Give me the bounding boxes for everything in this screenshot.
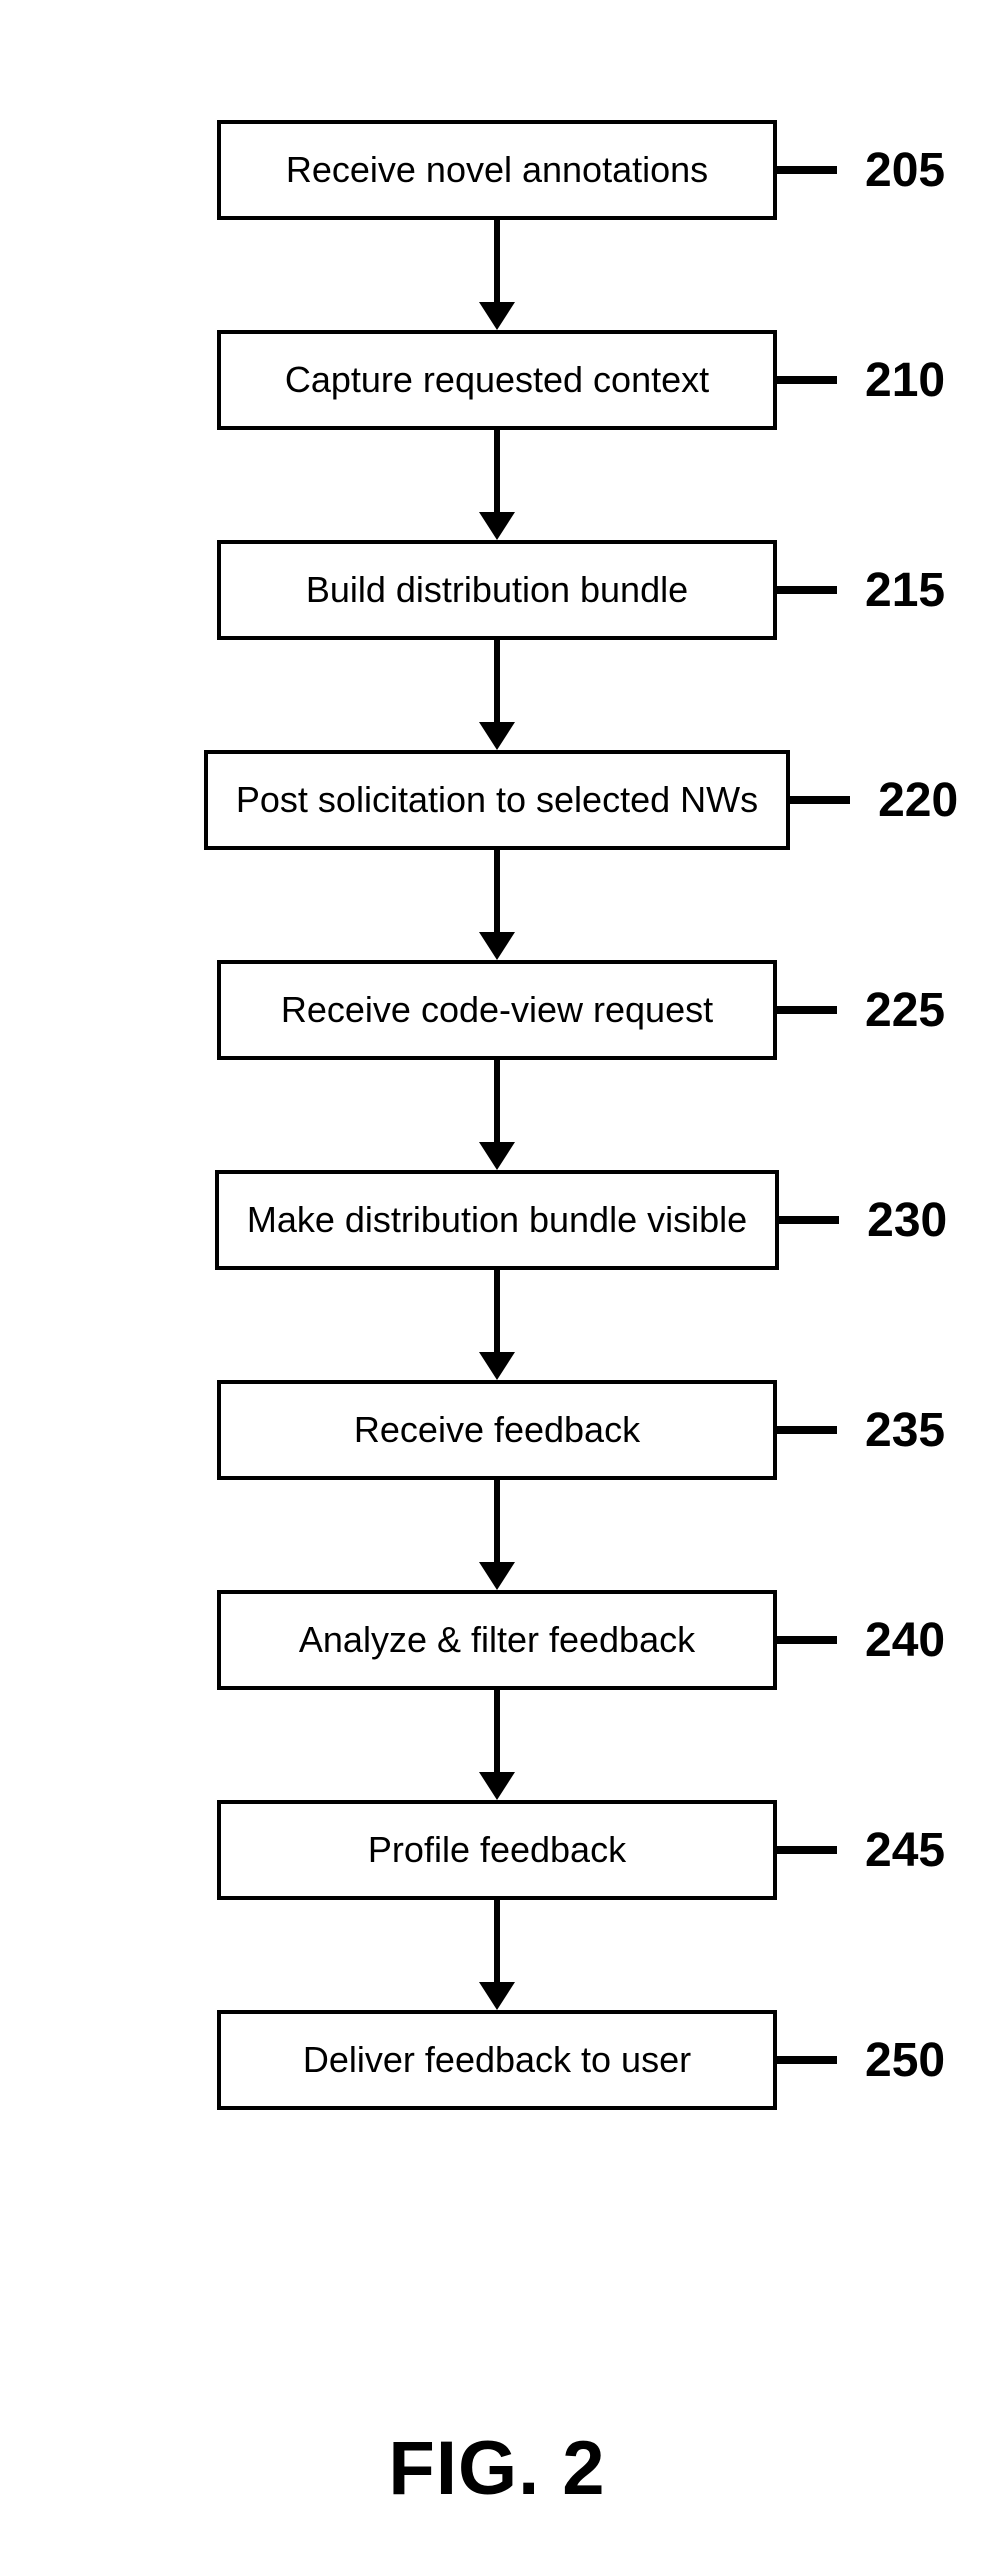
ref-label: 210 <box>865 353 975 408</box>
step-box: Profile feedback <box>217 1800 777 1900</box>
ref-group: 245 <box>777 1823 975 1878</box>
flow-step: Build distribution bundle 215 <box>0 540 994 640</box>
ref-connector <box>779 1216 839 1224</box>
ref-connector <box>777 1846 837 1854</box>
ref-label: 235 <box>865 1403 975 1458</box>
step-box: Receive code-view request <box>217 960 777 1060</box>
step-label: Capture requested context <box>285 359 709 401</box>
flowchart: Receive novel annotations 205 Capture re… <box>0 120 994 2110</box>
arrow <box>479 850 515 960</box>
arrow-line <box>494 430 500 512</box>
step-box: Receive novel annotations <box>217 120 777 220</box>
ref-label: 240 <box>865 1613 975 1668</box>
ref-group: 215 <box>777 563 975 618</box>
arrow <box>479 1900 515 2010</box>
step-label: Receive code-view request <box>281 989 713 1031</box>
page: Receive novel annotations 205 Capture re… <box>0 0 994 2572</box>
ref-connector <box>777 376 837 384</box>
ref-group: 205 <box>777 143 975 198</box>
step-label: Post solicitation to selected NWs <box>236 779 758 821</box>
ref-connector <box>777 2056 837 2064</box>
flow-step: Receive feedback 235 <box>0 1380 994 1480</box>
flow-step: Analyze & filter feedback 240 <box>0 1590 994 1690</box>
arrow-line <box>494 220 500 302</box>
step-box: Post solicitation to selected NWs <box>204 750 790 850</box>
ref-label: 220 <box>878 773 988 828</box>
arrow <box>479 1060 515 1170</box>
step-box: Deliver feedback to user <box>217 2010 777 2110</box>
flow-step: Make distribution bundle visible 230 <box>0 1170 994 1270</box>
arrow <box>479 1270 515 1380</box>
arrow-head-icon <box>479 1982 515 2010</box>
arrow-head-icon <box>479 1142 515 1170</box>
arrow <box>479 220 515 330</box>
ref-label: 245 <box>865 1823 975 1878</box>
step-label: Receive novel annotations <box>286 149 708 191</box>
ref-label: 250 <box>865 2033 975 2088</box>
flow-step: Post solicitation to selected NWs 220 <box>0 750 994 850</box>
flow-step: Receive code-view request 225 <box>0 960 994 1060</box>
arrow-head-icon <box>479 1352 515 1380</box>
arrow-line <box>494 1690 500 1772</box>
arrow-line <box>494 1900 500 1982</box>
arrow-line <box>494 1480 500 1562</box>
figure-caption: FIG. 2 <box>0 2425 994 2512</box>
flow-step: Profile feedback 245 <box>0 1800 994 1900</box>
arrow-head-icon <box>479 512 515 540</box>
ref-group: 250 <box>777 2033 975 2088</box>
step-box: Capture requested context <box>217 330 777 430</box>
ref-connector <box>790 796 850 804</box>
ref-group: 235 <box>777 1403 975 1458</box>
flow-step: Deliver feedback to user 250 <box>0 2010 994 2110</box>
step-label: Receive feedback <box>354 1409 640 1451</box>
ref-group: 225 <box>777 983 975 1038</box>
arrow-head-icon <box>479 1562 515 1590</box>
step-label: Profile feedback <box>368 1829 626 1871</box>
arrow-line <box>494 1270 500 1352</box>
arrow-head-icon <box>479 932 515 960</box>
step-label: Build distribution bundle <box>306 569 688 611</box>
ref-connector <box>777 1006 837 1014</box>
ref-group: 220 <box>790 773 988 828</box>
step-box: Receive feedback <box>217 1380 777 1480</box>
ref-group: 210 <box>777 353 975 408</box>
ref-connector <box>777 1426 837 1434</box>
arrow <box>479 640 515 750</box>
flow-step: Capture requested context 210 <box>0 330 994 430</box>
flow-step: Receive novel annotations 205 <box>0 120 994 220</box>
step-label: Make distribution bundle visible <box>247 1199 747 1241</box>
ref-group: 240 <box>777 1613 975 1668</box>
arrow-head-icon <box>479 722 515 750</box>
ref-label: 230 <box>867 1193 977 1248</box>
arrow <box>479 1690 515 1800</box>
ref-label: 215 <box>865 563 975 618</box>
arrow <box>479 1480 515 1590</box>
ref-connector <box>777 1636 837 1644</box>
arrow-line <box>494 640 500 722</box>
ref-connector <box>777 586 837 594</box>
arrow-line <box>494 850 500 932</box>
step-box: Analyze & filter feedback <box>217 1590 777 1690</box>
ref-label: 225 <box>865 983 975 1038</box>
step-box: Build distribution bundle <box>217 540 777 640</box>
step-label: Deliver feedback to user <box>303 2039 691 2081</box>
ref-connector <box>777 166 837 174</box>
ref-group: 230 <box>779 1193 977 1248</box>
arrow-line <box>494 1060 500 1142</box>
step-label: Analyze & filter feedback <box>299 1619 695 1661</box>
step-box: Make distribution bundle visible <box>215 1170 779 1270</box>
ref-label: 205 <box>865 143 975 198</box>
arrow-head-icon <box>479 1772 515 1800</box>
arrow-head-icon <box>479 302 515 330</box>
arrow <box>479 430 515 540</box>
